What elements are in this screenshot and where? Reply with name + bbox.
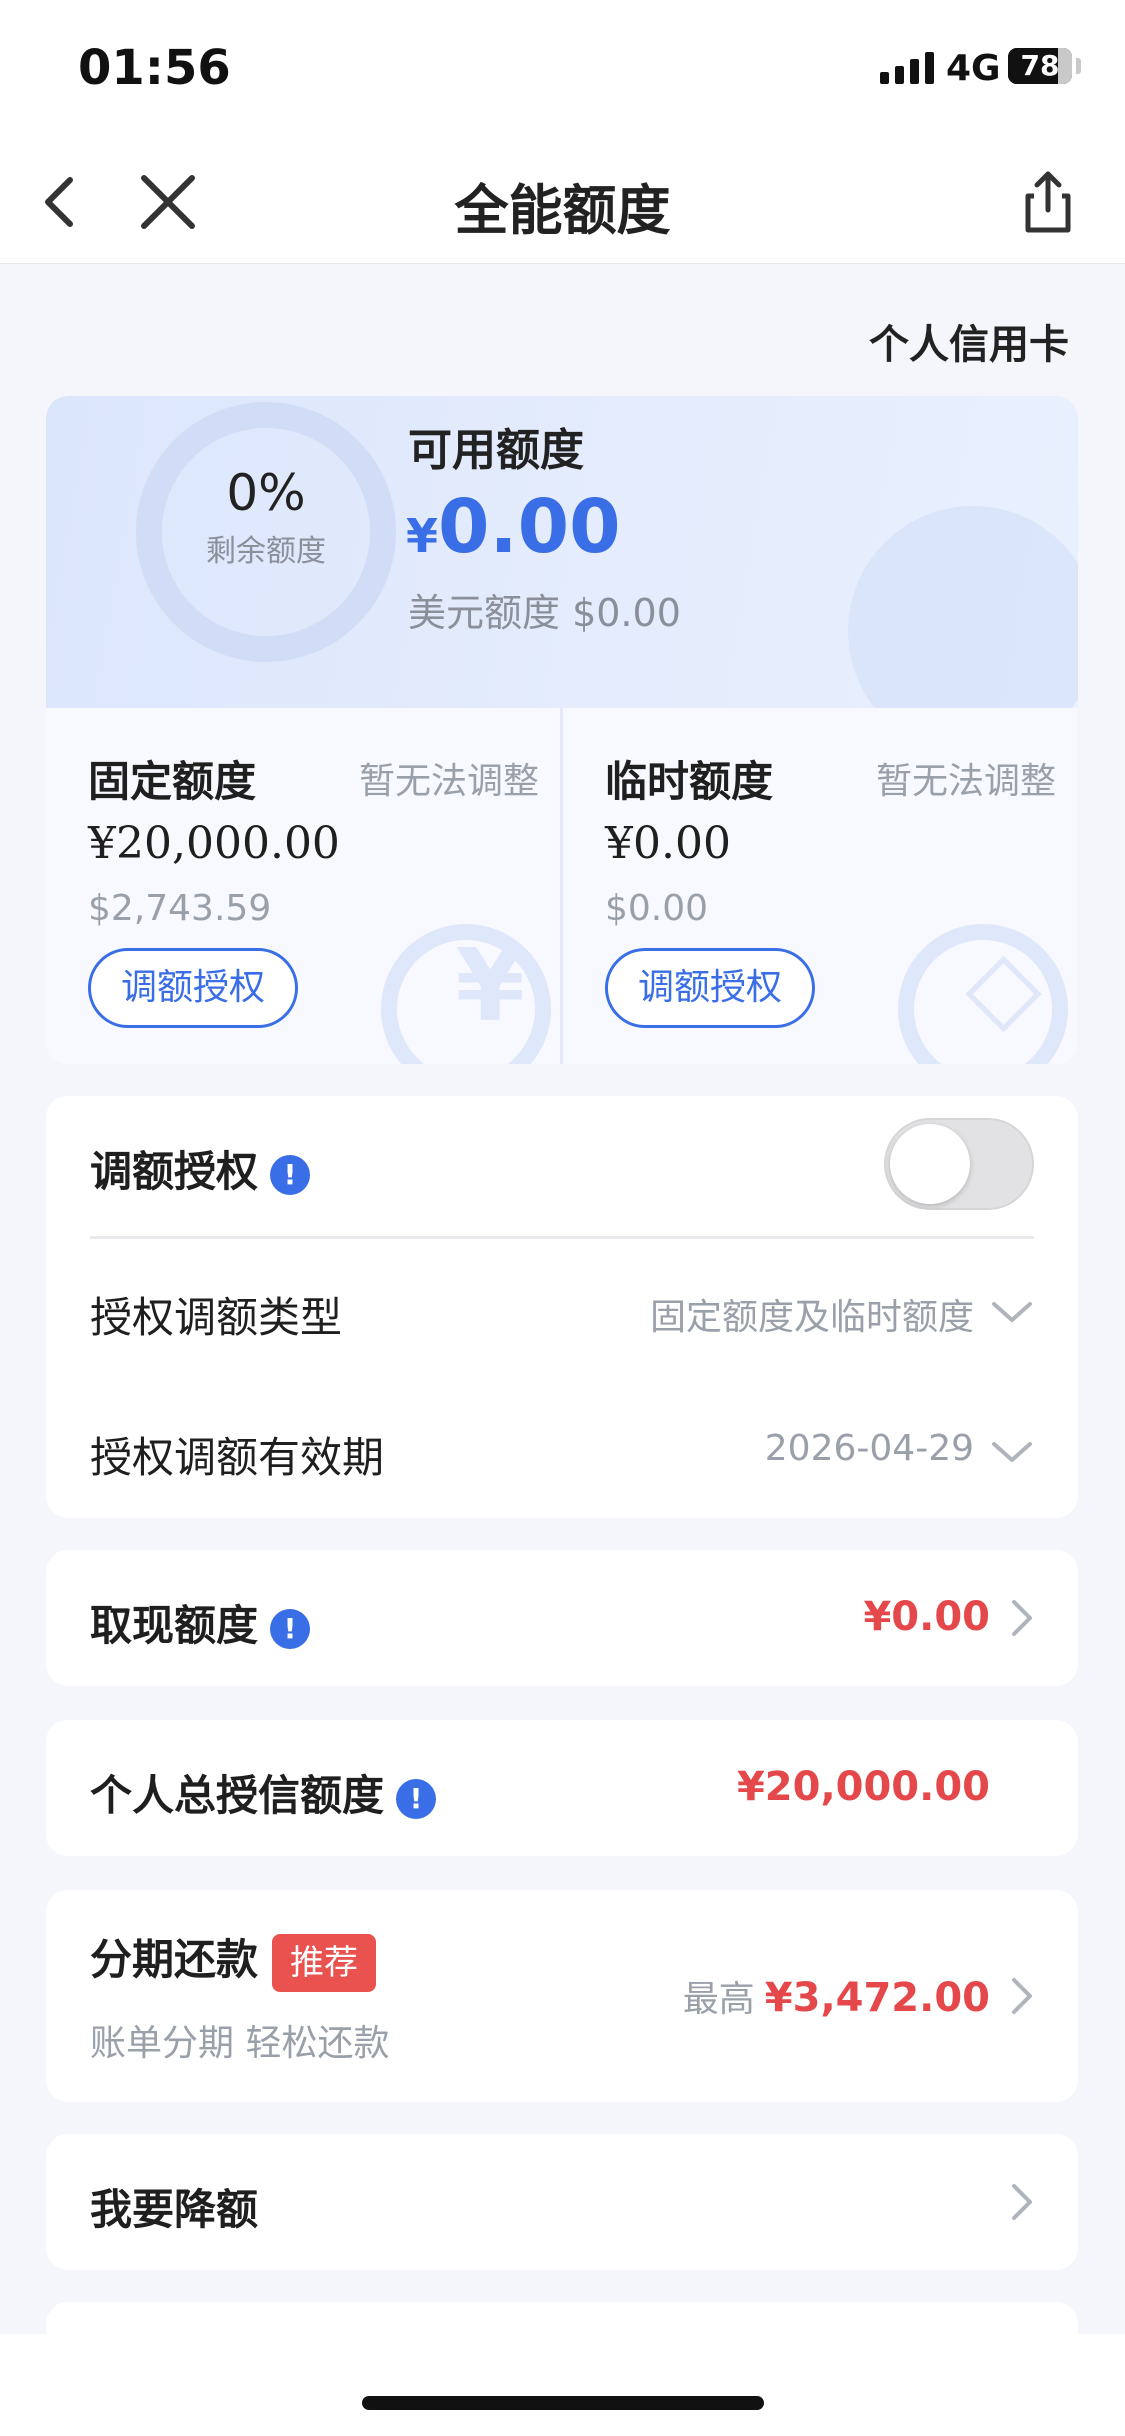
info-icon[interactable]: ! <box>270 1608 311 1649</box>
auth-validity-select[interactable]: 2026-04-29 <box>765 1428 974 1469</box>
recommend-badge: 推荐 <box>272 1933 377 1992</box>
total-credit-value: ¥20,000.00 <box>736 1764 990 1810</box>
bottom-safe-area <box>0 2334 1125 2436</box>
battery-level: 78 <box>1020 49 1060 82</box>
usd-limit: 美元额度 $0.00 <box>408 591 681 635</box>
chevron-down-icon[interactable] <box>990 1300 1034 1324</box>
card-type-link[interactable]: 个人信用卡 <box>869 312 1069 370</box>
cash-advance-value: ¥0.00 <box>863 1594 990 1640</box>
authorization-section: 调额授权! 授权调额类型 固定额度及临时额度 授权调额有效期 2026-04-2… <box>46 1096 1078 1518</box>
battery-cap <box>1076 58 1081 74</box>
total-credit-row: 个人总授信额度! ¥20,000.00 <box>46 1720 1078 1856</box>
chevron-right-icon <box>1012 1978 1032 2014</box>
yuan-icon: ¥ <box>455 927 525 1044</box>
share-icon[interactable] <box>1010 164 1086 240</box>
temp-auth-button[interactable]: 调额授权 <box>605 948 815 1028</box>
fixed-auth-button[interactable]: 调额授权 <box>88 948 298 1028</box>
reduce-limit-row[interactable]: 我要降额 <box>46 2134 1078 2270</box>
total-credit-label-group: 个人总授信额度! <box>90 1762 437 1823</box>
available-number: 0.00 <box>438 484 621 570</box>
network-type: 4G <box>946 48 1001 89</box>
limit-breakdown: ¥ 固定额度 暂无法调整 ¥20,000.00 $2,743.59 调额授权 ◇… <box>46 708 1078 1064</box>
installment-label: 分期还款 <box>90 1935 259 1984</box>
remaining-percent: 0% <box>226 464 306 522</box>
cash-advance-label-group: 取现额度! <box>90 1592 311 1653</box>
installment-sub: 账单分期 轻松还款 <box>90 2023 390 2064</box>
cash-advance-row[interactable]: 取现额度! ¥0.00 <box>46 1550 1078 1686</box>
chevron-right-icon <box>1012 1600 1032 1636</box>
temp-limit-usd: $0.00 <box>605 888 709 929</box>
nav-bar: 全能额度 <box>0 140 1125 264</box>
available-limit-panel: 0% 剩余额度 可用额度 ¥0.00 美元额度 $0.00 <box>46 396 1078 756</box>
temp-limit-panel: ◇ 临时额度 暂无法调整 ¥0.00 $0.00 调额授权 <box>563 708 1078 1064</box>
auth-toggle[interactable] <box>884 1118 1034 1210</box>
auth-validity-label: 授权调额有效期 <box>90 1433 385 1482</box>
info-icon[interactable]: ! <box>270 1154 311 1195</box>
temp-limit-amount: ¥0.00 <box>605 818 731 869</box>
fixed-limit-amount: ¥20,000.00 <box>88 818 340 869</box>
limit-card: 0% 剩余额度 可用额度 ¥0.00 美元额度 $0.00 ¥ 固定额度 暂无法… <box>46 396 1078 1064</box>
temp-limit-title: 临时额度 <box>605 757 774 806</box>
fixed-limit-note: 暂无法调整 <box>358 761 539 802</box>
diamond-icon: ◇ <box>965 927 1042 1044</box>
remaining-label: 剩余额度 <box>206 534 326 569</box>
chevron-down-icon[interactable] <box>990 1440 1034 1464</box>
available-amount: ¥0.00 <box>406 484 621 570</box>
reduce-limit-label: 我要降额 <box>90 2185 259 2234</box>
divider <box>90 1236 1034 1239</box>
page-title: 全能额度 <box>454 179 671 242</box>
home-indicator[interactable] <box>362 2396 764 2410</box>
fixed-limit-panel: ¥ 固定额度 暂无法调整 ¥20,000.00 $2,743.59 调额授权 <box>46 708 561 1064</box>
installment-value: ¥3,472.00 <box>764 1975 990 2021</box>
info-icon[interactable]: ! <box>396 1778 437 1819</box>
installment-row[interactable]: 分期还款 推荐 账单分期 轻松还款 最高 ¥3,472.00 <box>46 1890 1078 2102</box>
installment-prefix: 最高 <box>682 1979 755 2020</box>
auth-label: 调额授权 <box>90 1147 259 1196</box>
status-bar: 01:56 4G 78 <box>0 0 1125 140</box>
auth-type-select[interactable]: 固定额度及临时额度 <box>650 1288 974 1340</box>
page: 01:56 4G 78 全能额度 个人信用卡 0% 剩余额度 可用额度 ¥0.0… <box>0 0 1125 2436</box>
chevron-right-icon <box>1012 2184 1032 2220</box>
installment-value-group: 最高 ¥3,472.00 <box>683 1970 990 2022</box>
auth-row: 调额授权! <box>90 1138 311 1199</box>
signal-icon <box>880 50 934 84</box>
cash-advance-label: 取现额度 <box>90 1601 259 1650</box>
fixed-limit-usd: $2,743.59 <box>88 888 272 929</box>
installment-label-group: 分期还款 推荐 <box>90 1926 377 1992</box>
temp-limit-note: 暂无法调整 <box>875 761 1056 802</box>
available-label: 可用额度 <box>408 425 584 476</box>
toggle-knob <box>890 1124 970 1204</box>
fixed-limit-title: 固定额度 <box>88 757 257 806</box>
available-currency: ¥ <box>406 509 439 563</box>
auth-type-label: 授权调额类型 <box>90 1293 343 1342</box>
battery-icon: 78 <box>1008 48 1072 84</box>
total-credit-label: 个人总授信额度 <box>90 1771 385 1820</box>
status-time: 01:56 <box>78 40 231 96</box>
